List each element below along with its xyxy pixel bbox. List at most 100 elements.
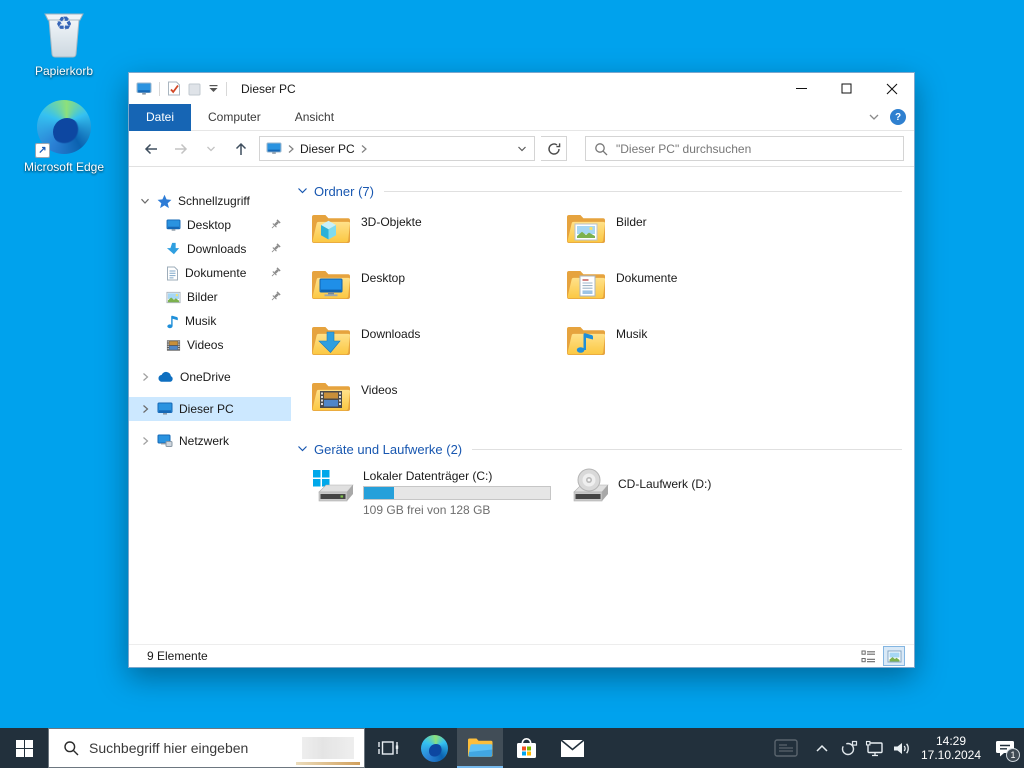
sidebar-item-label: Netzwerk <box>179 434 230 448</box>
window-controls <box>779 73 914 104</box>
start-button[interactable] <box>0 728 48 768</box>
sidebar-item-schnellzugriff[interactable]: Schnellzugriff <box>129 189 291 213</box>
news-widget-icon[interactable] <box>764 728 808 768</box>
explorer-window: Dieser PC Datei Computer Ansicht ? Diese… <box>128 72 915 668</box>
sidebar-item-desktop[interactable]: Desktop <box>129 213 291 237</box>
minimize-button[interactable] <box>779 73 824 104</box>
folder-name: Musik <box>616 327 648 341</box>
help-icon[interactable]: ? <box>890 109 906 125</box>
sidebar-item-videos[interactable]: Videos <box>129 333 291 357</box>
tray-cast-icon[interactable] <box>836 728 862 768</box>
close-button[interactable] <box>869 73 914 104</box>
sidebar-item-dieser-pc[interactable]: Dieser PC <box>129 397 291 421</box>
sidebar-item-dokumente[interactable]: Dokumente <box>129 261 291 285</box>
folder-name: Desktop <box>361 271 406 285</box>
folder-dokumente[interactable]: Dokumente <box>566 263 821 319</box>
breadcrumb[interactable]: Dieser PC <box>300 142 355 156</box>
breadcrumb-chevron-icon[interactable] <box>360 144 368 154</box>
tab-datei[interactable]: Datei <box>129 103 192 131</box>
chevron-right-icon[interactable] <box>142 404 149 414</box>
disk-usage-bar <box>363 486 551 500</box>
folder-musik[interactable]: Musik <box>566 319 821 375</box>
ribbon-tabs: Datei Computer Ansicht ? <box>129 103 914 131</box>
sidebar-item-netzwerk[interactable]: Netzwerk <box>129 429 291 453</box>
taskbar-search-box[interactable] <box>48 728 365 768</box>
window-title: Dieser PC <box>241 81 296 96</box>
drive-free-space: 109 GB frei von 128 GB <box>363 503 491 517</box>
properties-icon[interactable] <box>167 81 181 96</box>
folder-videos[interactable]: Videos <box>311 375 566 431</box>
chevron-right-icon[interactable] <box>142 436 149 446</box>
folder-bilder[interactable]: Bilder <box>566 207 821 263</box>
desktop-icon-recycle-bin[interactable]: ♻ Papierkorb <box>12 8 116 78</box>
forward-button[interactable] <box>169 137 193 161</box>
titlebar[interactable]: Dieser PC <box>129 73 914 104</box>
address-bar[interactable]: Dieser PC <box>259 136 535 161</box>
folder-name: 3D-Objekte <box>361 215 422 229</box>
chevron-down-icon[interactable] <box>140 198 150 205</box>
customize-toolbar-icon[interactable] <box>208 84 219 93</box>
chevron-down-icon[interactable] <box>297 445 308 453</box>
taskbar-store-button[interactable] <box>503 728 549 768</box>
explorer-search-input[interactable] <box>616 141 895 156</box>
maximize-button[interactable] <box>824 73 869 104</box>
sidebar-item-label: Schnellzugriff <box>178 194 250 208</box>
action-center-button[interactable]: 1 <box>986 728 1024 768</box>
desktop-icon-label: Papierkorb <box>34 64 94 78</box>
expand-ribbon-icon[interactable] <box>868 113 880 121</box>
recent-locations-icon[interactable] <box>199 137 223 161</box>
navigation-bar: Dieser PC <box>129 131 914 167</box>
taskbar-search-input[interactable] <box>89 740 286 756</box>
music-icon <box>167 315 178 328</box>
sidebar-item-bilder[interactable]: Bilder <box>129 285 291 309</box>
volume-icon[interactable] <box>888 728 916 768</box>
cd-drive-icon <box>573 468 609 502</box>
sidebar-item-musik[interactable]: Musik <box>129 309 291 333</box>
sidebar-item-downloads[interactable]: Downloads <box>129 237 291 261</box>
folder-3d-objekte[interactable]: 3D-Objekte <box>311 207 566 263</box>
folder-downloads[interactable]: Downloads <box>311 319 566 375</box>
navigation-pane: Schnellzugriff Desktop Downloads Dokumen… <box>129 167 291 644</box>
divider <box>472 448 902 450</box>
tab-ansicht[interactable]: Ansicht <box>278 104 351 131</box>
pin-icon <box>271 219 281 229</box>
explorer-search-box[interactable] <box>585 136 904 161</box>
large-icons-view-button[interactable] <box>883 646 905 666</box>
address-dropdown-icon[interactable] <box>516 145 528 153</box>
desktop-icon-edge[interactable]: ↗ Microsoft Edge <box>12 100 116 174</box>
chevron-down-icon[interactable] <box>297 187 308 195</box>
drive-d[interactable]: CD-Laufwerk (D:) <box>566 467 821 517</box>
back-button[interactable] <box>139 137 163 161</box>
sidebar-item-label: Dieser PC <box>179 402 234 416</box>
new-folder-icon[interactable] <box>188 82 201 96</box>
task-view-icon <box>378 741 399 755</box>
shortcut-arrow-icon: ↗ <box>35 143 50 158</box>
chevron-right-icon[interactable] <box>142 372 149 382</box>
sidebar-item-onedrive[interactable]: OneDrive <box>129 365 291 389</box>
refresh-button[interactable] <box>541 136 567 161</box>
drive-c[interactable]: Lokaler Datenträger (C:) 109 GB frei von… <box>311 467 566 517</box>
task-view-button[interactable] <box>365 728 411 768</box>
taskbar-clock[interactable]: 14:29 17.10.2024 <box>916 734 986 762</box>
show-hidden-icons-chevron[interactable] <box>808 728 836 768</box>
details-view-button[interactable] <box>858 647 878 665</box>
group-header-ordner[interactable]: Ordner (7) <box>297 181 902 201</box>
folder-desktop[interactable]: Desktop <box>311 263 566 319</box>
group-header-geraete[interactable]: Geräte und Laufwerke (2) <box>297 439 902 459</box>
folder-downloads-icon <box>312 327 351 355</box>
document-icon <box>167 266 178 280</box>
up-button[interactable] <box>229 137 253 161</box>
taskbar-edge-button[interactable] <box>411 728 457 768</box>
search-icon <box>64 741 79 756</box>
folder-name: Downloads <box>361 327 421 341</box>
tab-computer[interactable]: Computer <box>191 104 278 131</box>
local-disk-icon <box>313 470 354 502</box>
folder-documents-icon <box>567 271 606 299</box>
folder-name: Bilder <box>616 215 647 229</box>
taskbar-explorer-button[interactable] <box>457 728 503 768</box>
taskbar-mail-button[interactable] <box>549 728 595 768</box>
network-icon <box>157 434 173 447</box>
network-icon[interactable] <box>862 728 888 768</box>
drive-name: CD-Laufwerk (D:) <box>618 477 712 491</box>
sidebar-item-label: Desktop <box>187 218 232 232</box>
